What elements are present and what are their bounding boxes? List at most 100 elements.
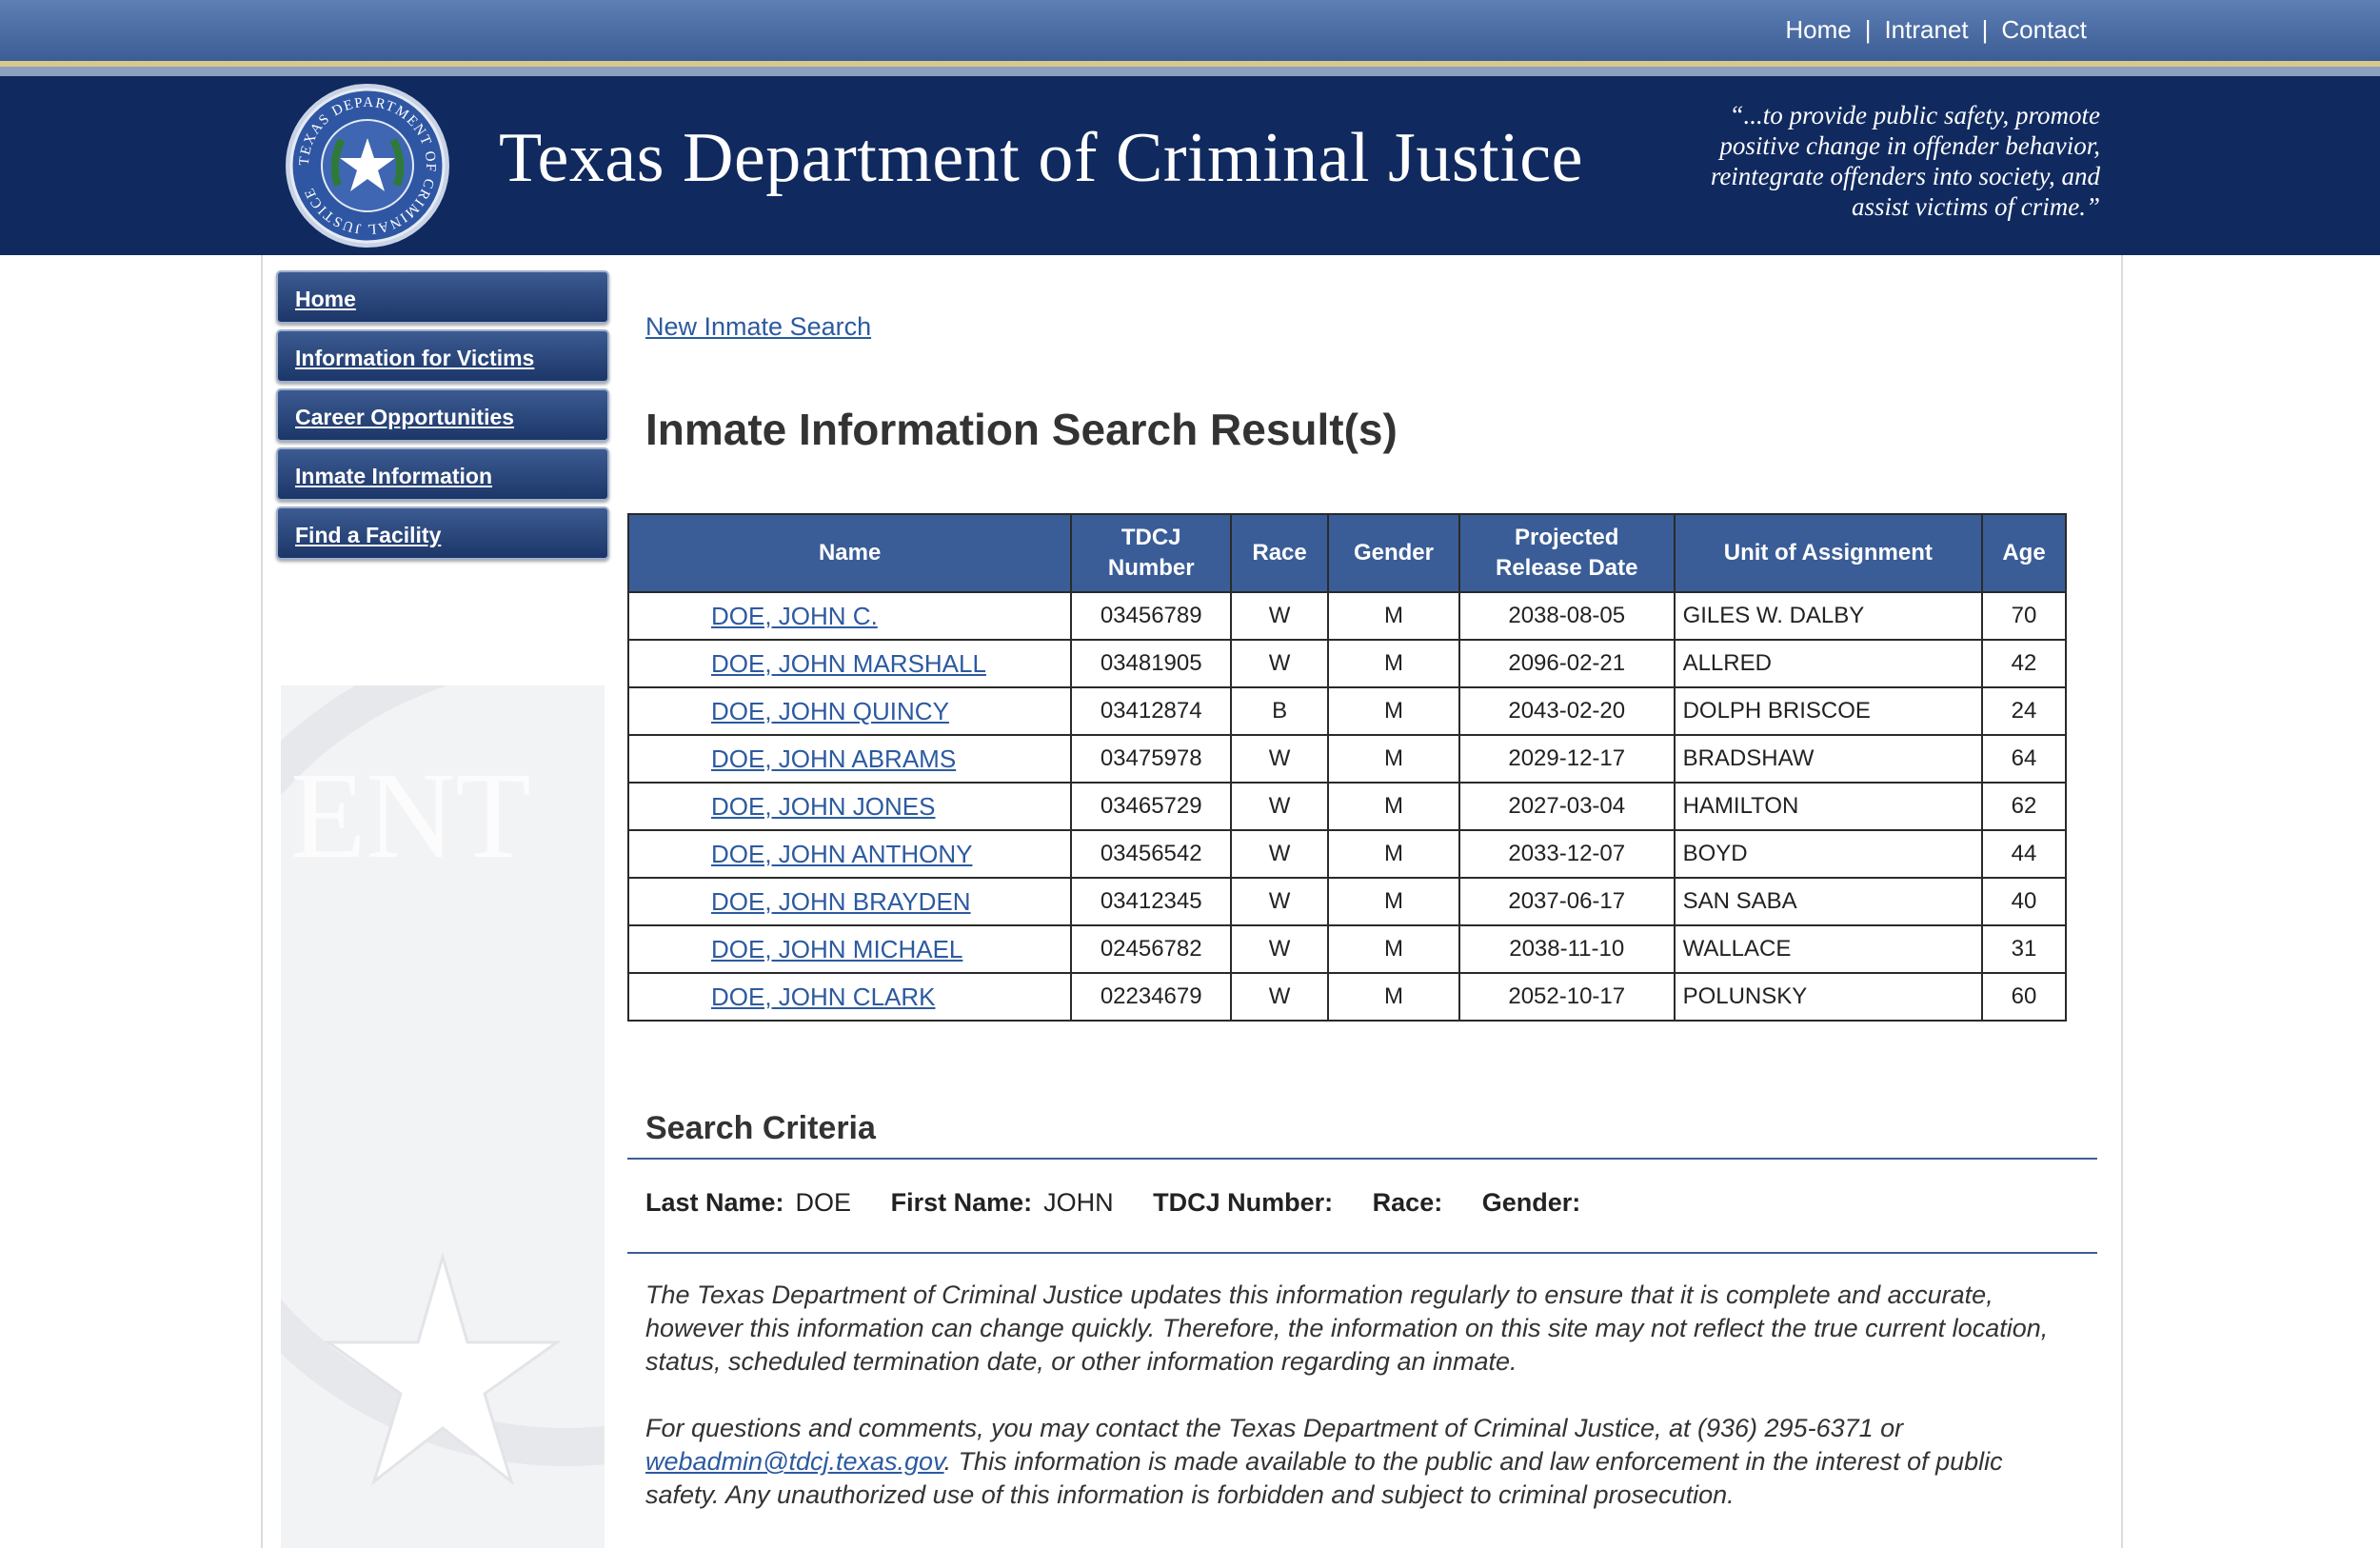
cell-unit: BOYD: [1673, 829, 1984, 879]
top-nav-home-link[interactable]: Home: [1785, 15, 1851, 45]
cell-gender: M: [1327, 877, 1460, 926]
top-nav-contact-link[interactable]: Contact: [2001, 15, 2087, 45]
inmate-name-link[interactable]: DOE, JOHN BRAYDEN: [711, 887, 971, 916]
sidebar-item-career-opportunities[interactable]: Career Opportunities: [276, 388, 609, 442]
cell-tdcj-number: 03475978: [1070, 734, 1233, 784]
column-header-age: Age: [1981, 513, 2067, 593]
cell-tdcj-number: 03412345: [1070, 877, 1233, 926]
top-nav: Home | Intranet | Contact: [1785, 15, 2087, 45]
sidebar-nav: Home Information for Victims Career Oppo…: [276, 270, 609, 566]
inmate-name-link[interactable]: DOE, JOHN QUINCY: [711, 697, 949, 725]
inmate-name-link[interactable]: DOE, JOHN ABRAMS: [711, 744, 956, 773]
tdcj-seal-icon[interactable]: TEXAS DEPARTMENT OF CRIMINAL JUSTICE: [283, 81, 452, 250]
sidebar-item-home[interactable]: Home: [276, 270, 609, 324]
cell-name: DOE, JOHN ANTHONY: [626, 829, 1073, 879]
site-title: Texas Department of Criminal Justice: [499, 119, 1583, 197]
cell-gender: M: [1327, 829, 1460, 879]
cell-name: DOE, JOHN QUINCY: [626, 686, 1073, 736]
column-header-race: Race: [1230, 513, 1330, 593]
table-row: DOE, JOHN C. 03456789 W M 2038-08-05 GIL…: [626, 591, 2067, 641]
sidebar-watermark-seal: ENT: [281, 685, 605, 1548]
cell-unit: SAN SABA: [1673, 877, 1984, 926]
cell-unit: HAMILTON: [1673, 782, 1984, 831]
inmate-name-link[interactable]: DOE, JOHN CLARK: [711, 982, 936, 1011]
top-nav-intranet-link[interactable]: Intranet: [1884, 15, 1968, 45]
top-nav-separator: |: [1864, 15, 1872, 44]
sidebar-item-information-for-victims[interactable]: Information for Victims: [276, 329, 609, 383]
inmate-name-link[interactable]: DOE, JOHN MARSHALL: [711, 649, 986, 678]
cell-race: B: [1230, 686, 1330, 736]
sidebar-item-inmate-information[interactable]: Inmate Information: [276, 447, 609, 501]
cell-release-date: 2033-12-07: [1458, 829, 1676, 879]
cell-race: W: [1230, 829, 1330, 879]
cell-gender: M: [1327, 924, 1460, 974]
cell-race: W: [1230, 877, 1330, 926]
column-header-label: Name: [818, 540, 882, 566]
cell-release-date: 2027-03-04: [1458, 782, 1676, 831]
sidebar-item-find-a-facility[interactable]: Find a Facility: [276, 506, 609, 560]
cell-race: W: [1230, 972, 1330, 1022]
cell-release-date: 2038-08-05: [1458, 591, 1676, 641]
column-header-projected-release-date: Projected Release Date: [1458, 513, 1676, 593]
divider: [627, 1252, 2097, 1254]
cell-tdcj-number: 03481905: [1070, 639, 1233, 688]
contact-paragraph: For questions and comments, you may cont…: [645, 1412, 2073, 1512]
column-header-label: Age: [2002, 540, 2046, 566]
table-row: DOE, JOHN ABRAMS 03475978 W M 2029-12-17…: [626, 734, 2067, 784]
cell-name: DOE, JOHN CLARK: [626, 972, 1073, 1022]
last-name-label: Last Name:: [645, 1188, 784, 1217]
cell-gender: M: [1327, 639, 1460, 688]
agency-motto: “...to provide public safety, promote po…: [1710, 101, 2100, 221]
cell-tdcj-number: 03465729: [1070, 782, 1233, 831]
first-name-label: First Name:: [890, 1188, 1033, 1217]
column-header-name: Name: [626, 513, 1073, 593]
cell-gender: M: [1327, 782, 1460, 831]
inmate-name-link[interactable]: DOE, JOHN JONES: [711, 792, 935, 821]
table-row: DOE, JOHN JONES 03465729 W M 2027-03-04 …: [626, 782, 2067, 831]
column-header-gender: Gender: [1327, 513, 1460, 593]
cell-age: 24: [1981, 686, 2067, 736]
cell-unit: WALLACE: [1673, 924, 1984, 974]
cell-race: W: [1230, 782, 1330, 831]
cell-race: W: [1230, 734, 1330, 784]
gender-label: Gender:: [1481, 1188, 1581, 1217]
table-row: DOE, JOHN MICHAEL 02456782 W M 2038-11-1…: [626, 924, 2067, 974]
svg-text:ENT: ENT: [290, 747, 531, 884]
last-name-value: DOE: [795, 1188, 852, 1217]
cell-name: DOE, JOHN BRAYDEN: [626, 877, 1073, 926]
cell-unit: BRADSHAW: [1673, 734, 1984, 784]
table-row: DOE, JOHN CLARK 02234679 W M 2052-10-17 …: [626, 972, 2067, 1022]
new-inmate-search-link[interactable]: New Inmate Search: [645, 312, 871, 342]
table-row: DOE, JOHN BRAYDEN 03412345 W M 2037-06-1…: [626, 877, 2067, 926]
column-header-label: Number: [1107, 555, 1195, 581]
cell-age: 70: [1981, 591, 2067, 641]
column-header-label: TDCJ: [1121, 525, 1181, 550]
top-utility-bar: Home | Intranet | Contact: [0, 0, 2380, 61]
cell-tdcj-number: 03456542: [1070, 829, 1233, 879]
cell-name: DOE, JOHN ABRAMS: [626, 734, 1073, 784]
cell-tdcj-number: 03456789: [1070, 591, 1233, 641]
cell-age: 62: [1981, 782, 2067, 831]
inmate-name-link[interactable]: DOE, JOHN C.: [711, 602, 878, 630]
table-row: DOE, JOHN MARSHALL 03481905 W M 2096-02-…: [626, 639, 2067, 688]
webadmin-email-link[interactable]: webadmin@tdcj.texas.gov: [645, 1447, 944, 1476]
race-label: Race:: [1372, 1188, 1443, 1217]
inmate-name-link[interactable]: DOE, JOHN ANTHONY: [711, 840, 972, 868]
column-header-label: Race: [1252, 540, 1307, 566]
table-header-row: Name TDCJ Number Race Gender Projected Rel…: [626, 513, 2067, 593]
column-header-tdcj-number: TDCJ Number: [1070, 513, 1233, 593]
cell-gender: M: [1327, 686, 1460, 736]
table-row: DOE, JOHN ANTHONY 03456542 W M 2033-12-0…: [626, 829, 2067, 879]
cell-release-date: 2038-11-10: [1458, 924, 1676, 974]
inmate-name-link[interactable]: DOE, JOHN MICHAEL: [711, 935, 962, 963]
cell-gender: M: [1327, 972, 1460, 1022]
column-header-label: Gender: [1353, 540, 1434, 566]
page-title: Inmate Information Search Result(s): [645, 405, 1398, 454]
search-criteria-heading: Search Criteria: [645, 1110, 876, 1146]
cell-age: 64: [1981, 734, 2067, 784]
cell-release-date: 2096-02-21: [1458, 639, 1676, 688]
cell-unit: GILES W. DALBY: [1673, 591, 1984, 641]
disclaimer-paragraph: The Texas Department of Criminal Justice…: [645, 1280, 2049, 1376]
search-criteria-summary: Last Name: DOE First Name: JOHN TDCJ Numbe…: [645, 1188, 1592, 1218]
top-nav-separator: |: [1981, 15, 1989, 44]
